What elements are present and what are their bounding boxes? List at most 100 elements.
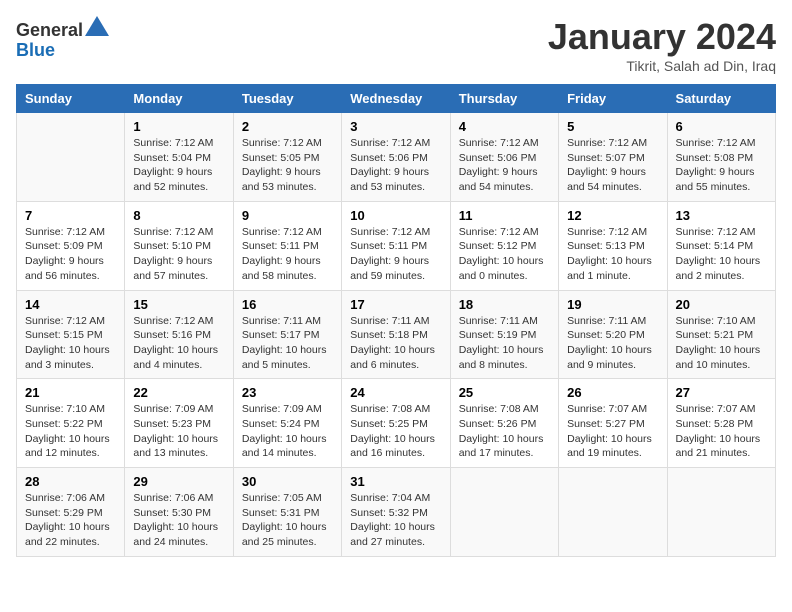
calendar-day-cell: 16 Sunrise: 7:11 AMSunset: 5:17 PMDayligh… <box>233 290 341 379</box>
day-info: Sunrise: 7:12 AMSunset: 5:10 PMDaylight:… <box>133 225 224 284</box>
calendar-day-cell: 11 Sunrise: 7:12 AMSunset: 5:12 PMDayligh… <box>450 201 558 290</box>
day-info: Sunrise: 7:10 AMSunset: 5:21 PMDaylight:… <box>676 314 767 373</box>
calendar-day-cell: 25 Sunrise: 7:08 AMSunset: 5:26 PMDayligh… <box>450 379 558 468</box>
day-info: Sunrise: 7:10 AMSunset: 5:22 PMDaylight:… <box>25 402 116 461</box>
calendar-day-cell: 24 Sunrise: 7:08 AMSunset: 5:25 PMDayligh… <box>342 379 450 468</box>
calendar-day-cell: 13 Sunrise: 7:12 AMSunset: 5:14 PMDayligh… <box>667 201 775 290</box>
day-number: 25 <box>459 385 550 400</box>
day-info: Sunrise: 7:08 AMSunset: 5:26 PMDaylight:… <box>459 402 550 461</box>
day-number: 6 <box>676 119 767 134</box>
day-info: Sunrise: 7:07 AMSunset: 5:28 PMDaylight:… <box>676 402 767 461</box>
day-number: 27 <box>676 385 767 400</box>
day-info: Sunrise: 7:12 AMSunset: 5:08 PMDaylight:… <box>676 136 767 195</box>
calendar-day-cell <box>667 468 775 557</box>
day-info: Sunrise: 7:11 AMSunset: 5:20 PMDaylight:… <box>567 314 658 373</box>
day-number: 22 <box>133 385 224 400</box>
logo-general-text: General <box>16 20 83 40</box>
calendar-day-cell: 7Sunrise: 7:12 AMSunset: 5:09 PMDaylight… <box>17 201 125 290</box>
calendar-day-cell: 6 Sunrise: 7:12 AMSunset: 5:08 PMDaylight… <box>667 113 775 202</box>
day-info: Sunrise: 7:08 AMSunset: 5:25 PMDaylight:… <box>350 402 441 461</box>
day-number: 9 <box>242 208 333 223</box>
day-number: 31 <box>350 474 441 489</box>
day-number: 15 <box>133 297 224 312</box>
calendar-body: 1 Sunrise: 7:12 AMSunset: 5:04 PMDaylight… <box>17 113 776 557</box>
day-number: 3 <box>350 119 441 134</box>
day-info: Sunrise: 7:12 AMSunset: 5:06 PMDaylight:… <box>350 136 441 195</box>
calendar-week-row: 21Sunrise: 7:10 AMSunset: 5:22 PMDayligh… <box>17 379 776 468</box>
day-info: Sunrise: 7:12 AMSunset: 5:06 PMDaylight:… <box>459 136 550 195</box>
calendar-table: SundayMondayTuesdayWednesdayThursdayFrid… <box>16 84 776 557</box>
calendar-day-cell: 31 Sunrise: 7:04 AMSunset: 5:32 PMDayligh… <box>342 468 450 557</box>
day-info: Sunrise: 7:12 AMSunset: 5:05 PMDaylight:… <box>242 136 333 195</box>
day-info: Sunrise: 7:06 AMSunset: 5:30 PMDaylight:… <box>133 491 224 550</box>
day-info: Sunrise: 7:11 AMSunset: 5:18 PMDaylight:… <box>350 314 441 373</box>
weekday-header-row: SundayMondayTuesdayWednesdayThursdayFrid… <box>17 85 776 113</box>
calendar-week-row: 28Sunrise: 7:06 AMSunset: 5:29 PMDayligh… <box>17 468 776 557</box>
day-number: 12 <box>567 208 658 223</box>
calendar-day-cell: 29 Sunrise: 7:06 AMSunset: 5:30 PMDayligh… <box>125 468 233 557</box>
weekday-header-cell: Monday <box>125 85 233 113</box>
day-number: 10 <box>350 208 441 223</box>
page-header: General Blue January 2024 Tikrit, Salah … <box>16 16 776 74</box>
logo: General Blue <box>16 16 109 61</box>
day-number: 24 <box>350 385 441 400</box>
calendar-day-cell: 19 Sunrise: 7:11 AMSunset: 5:20 PMDayligh… <box>559 290 667 379</box>
day-number: 17 <box>350 297 441 312</box>
day-number: 19 <box>567 297 658 312</box>
day-info: Sunrise: 7:12 AMSunset: 5:04 PMDaylight:… <box>133 136 224 195</box>
day-info: Sunrise: 7:12 AMSunset: 5:16 PMDaylight:… <box>133 314 224 373</box>
logo-icon <box>85 16 109 36</box>
calendar-day-cell: 18Sunrise: 7:11 AMSunset: 5:19 PMDayligh… <box>450 290 558 379</box>
day-info: Sunrise: 7:12 AMSunset: 5:12 PMDaylight:… <box>459 225 550 284</box>
day-info: Sunrise: 7:12 AMSunset: 5:15 PMDaylight:… <box>25 314 116 373</box>
calendar-day-cell <box>559 468 667 557</box>
calendar-week-row: 1 Sunrise: 7:12 AMSunset: 5:04 PMDaylight… <box>17 113 776 202</box>
day-number: 4 <box>459 119 550 134</box>
calendar-week-row: 14 Sunrise: 7:12 AMSunset: 5:15 PMDayligh… <box>17 290 776 379</box>
weekday-header-cell: Saturday <box>667 85 775 113</box>
day-number: 30 <box>242 474 333 489</box>
location-text: Tikrit, Salah ad Din, Iraq <box>548 58 776 74</box>
day-info: Sunrise: 7:12 AMSunset: 5:14 PMDaylight:… <box>676 225 767 284</box>
calendar-day-cell: 12 Sunrise: 7:12 AMSunset: 5:13 PMDayligh… <box>559 201 667 290</box>
day-number: 16 <box>242 297 333 312</box>
day-info: Sunrise: 7:11 AMSunset: 5:17 PMDaylight:… <box>242 314 333 373</box>
day-number: 11 <box>459 208 550 223</box>
day-info: Sunrise: 7:12 AMSunset: 5:11 PMDaylight:… <box>350 225 441 284</box>
calendar-day-cell <box>450 468 558 557</box>
day-info: Sunrise: 7:05 AMSunset: 5:31 PMDaylight:… <box>242 491 333 550</box>
day-number: 18 <box>459 297 550 312</box>
calendar-day-cell: 20 Sunrise: 7:10 AMSunset: 5:21 PMDayligh… <box>667 290 775 379</box>
day-number: 20 <box>676 297 767 312</box>
calendar-day-cell: 26Sunrise: 7:07 AMSunset: 5:27 PMDayligh… <box>559 379 667 468</box>
calendar-day-cell: 8Sunrise: 7:12 AMSunset: 5:10 PMDaylight… <box>125 201 233 290</box>
day-info: Sunrise: 7:12 AMSunset: 5:09 PMDaylight:… <box>25 225 116 284</box>
calendar-day-cell: 21Sunrise: 7:10 AMSunset: 5:22 PMDayligh… <box>17 379 125 468</box>
calendar-day-cell: 3 Sunrise: 7:12 AMSunset: 5:06 PMDaylight… <box>342 113 450 202</box>
day-number: 29 <box>133 474 224 489</box>
day-number: 5 <box>567 119 658 134</box>
weekday-header-cell: Wednesday <box>342 85 450 113</box>
calendar-day-cell: 23Sunrise: 7:09 AMSunset: 5:24 PMDayligh… <box>233 379 341 468</box>
day-info: Sunrise: 7:06 AMSunset: 5:29 PMDaylight:… <box>25 491 116 550</box>
calendar-day-cell: 27 Sunrise: 7:07 AMSunset: 5:28 PMDayligh… <box>667 379 775 468</box>
day-info: Sunrise: 7:12 AMSunset: 5:11 PMDaylight:… <box>242 225 333 284</box>
weekday-header-cell: Friday <box>559 85 667 113</box>
title-area: January 2024 Tikrit, Salah ad Din, Iraq <box>548 16 776 74</box>
day-info: Sunrise: 7:12 AMSunset: 5:13 PMDaylight:… <box>567 225 658 284</box>
weekday-header-cell: Thursday <box>450 85 558 113</box>
day-info: Sunrise: 7:04 AMSunset: 5:32 PMDaylight:… <box>350 491 441 550</box>
day-number: 13 <box>676 208 767 223</box>
calendar-day-cell: 17 Sunrise: 7:11 AMSunset: 5:18 PMDayligh… <box>342 290 450 379</box>
month-title: January 2024 <box>548 16 776 58</box>
calendar-day-cell: 30 Sunrise: 7:05 AMSunset: 5:31 PMDayligh… <box>233 468 341 557</box>
day-info: Sunrise: 7:07 AMSunset: 5:27 PMDaylight:… <box>567 402 658 461</box>
calendar-day-cell: 14 Sunrise: 7:12 AMSunset: 5:15 PMDayligh… <box>17 290 125 379</box>
day-number: 14 <box>25 297 116 312</box>
day-number: 1 <box>133 119 224 134</box>
calendar-day-cell: 1 Sunrise: 7:12 AMSunset: 5:04 PMDaylight… <box>125 113 233 202</box>
calendar-day-cell: 2Sunrise: 7:12 AMSunset: 5:05 PMDaylight… <box>233 113 341 202</box>
weekday-header-cell: Sunday <box>17 85 125 113</box>
weekday-header-cell: Tuesday <box>233 85 341 113</box>
calendar-day-cell: 4 Sunrise: 7:12 AMSunset: 5:06 PMDaylight… <box>450 113 558 202</box>
